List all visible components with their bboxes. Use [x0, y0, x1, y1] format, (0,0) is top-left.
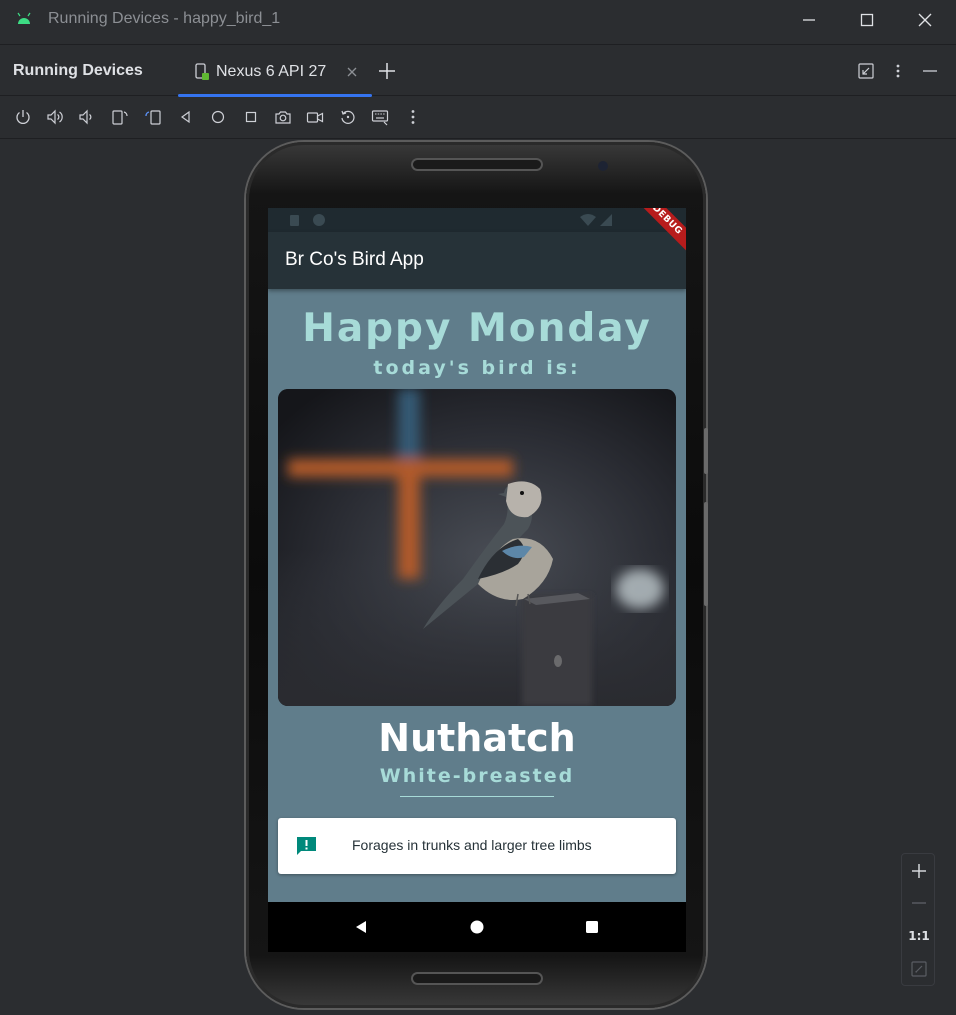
volume-up-icon: [47, 109, 63, 125]
keyboard-icon: [371, 110, 389, 126]
zoom-out-button[interactable]: [902, 888, 936, 918]
camera-icon: [275, 111, 291, 124]
minimize-icon: [803, 19, 815, 21]
volume-up-button[interactable]: [46, 108, 64, 126]
back-icon: [180, 110, 190, 124]
actual-size-button[interactable]: 1:1: [902, 921, 936, 951]
status-bar: [268, 208, 686, 232]
nav-back-icon[interactable]: [354, 920, 368, 934]
add-tab-icon[interactable]: [378, 62, 396, 80]
greeting-subtitle: today's bird is:: [373, 357, 581, 379]
restore-layout-icon[interactable]: [858, 63, 874, 79]
plus-icon: [912, 864, 926, 878]
app-bar: Br Co's Bird App: [268, 232, 686, 289]
more-icon: [411, 110, 415, 124]
overview-icon: [245, 111, 257, 123]
home-button[interactable]: [209, 108, 227, 126]
device-toolbar: [0, 97, 956, 139]
tab-close-icon[interactable]: [346, 66, 358, 78]
more-actions-button[interactable]: [404, 108, 422, 126]
screen-record-button[interactable]: [306, 108, 324, 126]
minus-icon: [912, 902, 926, 904]
device-screen[interactable]: Br Co's Bird App DEBUG Happy Monday toda…: [268, 208, 686, 902]
close-icon: [918, 13, 932, 27]
device-icon: [195, 63, 209, 80]
overview-button[interactable]: [242, 108, 260, 126]
bird-name: Nuthatch: [378, 716, 576, 760]
android-nav-bar: [268, 902, 686, 952]
front-camera: [598, 161, 608, 171]
bottom-speaker: [411, 972, 543, 985]
status-notification-icons: [290, 214, 325, 226]
power-key: [704, 502, 708, 606]
close-window-button[interactable]: [896, 0, 954, 40]
rotate-left-icon: [112, 110, 128, 125]
feedback-icon: [297, 837, 316, 855]
home-icon: [211, 110, 225, 124]
power-icon: [16, 110, 30, 124]
video-icon: [306, 112, 324, 123]
screenshot-button[interactable]: [274, 108, 292, 126]
volume-key: [704, 428, 708, 474]
tool-window-header: Running Devices Nexus 6 API 27: [0, 44, 956, 97]
wifi-signal-icon: [580, 214, 612, 226]
maximize-icon: [860, 13, 874, 27]
zoom-controls: 1:1: [901, 853, 935, 986]
rotate-left-button[interactable]: [111, 108, 129, 126]
greeting-title: Happy Monday: [302, 306, 652, 351]
more-options-icon[interactable]: [890, 63, 906, 79]
fact-text: Forages in trunks and larger tree limbs: [352, 837, 592, 853]
title-bar: Running Devices - happy_bird_1: [0, 0, 956, 42]
power-button[interactable]: [14, 108, 32, 126]
android-icon: [17, 12, 31, 24]
app-title: Br Co's Bird App: [285, 249, 424, 270]
minimize-button[interactable]: [780, 0, 838, 40]
tool-window-title: Running Devices: [13, 62, 143, 79]
top-speaker: [411, 158, 543, 171]
keyboard-button[interactable]: [371, 108, 389, 126]
bird-photo: [278, 389, 676, 706]
reset-button[interactable]: [339, 108, 357, 126]
tab-label: Nexus 6 API 27: [216, 63, 327, 80]
window-title: Running Devices - happy_bird_1: [48, 10, 281, 27]
fit-screen-button[interactable]: [902, 954, 936, 984]
fit-screen-icon: [911, 961, 927, 977]
bird-image: [278, 389, 676, 706]
actual-size-label: 1:1: [908, 929, 930, 943]
back-button[interactable]: [177, 108, 195, 126]
zoom-in-button[interactable]: [902, 856, 936, 886]
volume-down-icon: [79, 109, 92, 125]
divider: [400, 796, 554, 797]
bird-variety: White-breasted: [379, 765, 575, 787]
rotate-right-button[interactable]: [144, 108, 162, 126]
nav-overview-icon[interactable]: [585, 920, 599, 934]
maximize-button[interactable]: [838, 0, 896, 40]
reset-icon: [341, 110, 355, 124]
hide-panel-icon[interactable]: [922, 63, 938, 79]
rotate-right-icon: [145, 110, 161, 125]
volume-down-button[interactable]: [78, 108, 96, 126]
nav-home-icon[interactable]: [470, 920, 484, 934]
fact-card[interactable]: Forages in trunks and larger tree limbs: [278, 818, 676, 874]
tab-nexus-6[interactable]: Nexus 6 API 27: [178, 45, 372, 97]
